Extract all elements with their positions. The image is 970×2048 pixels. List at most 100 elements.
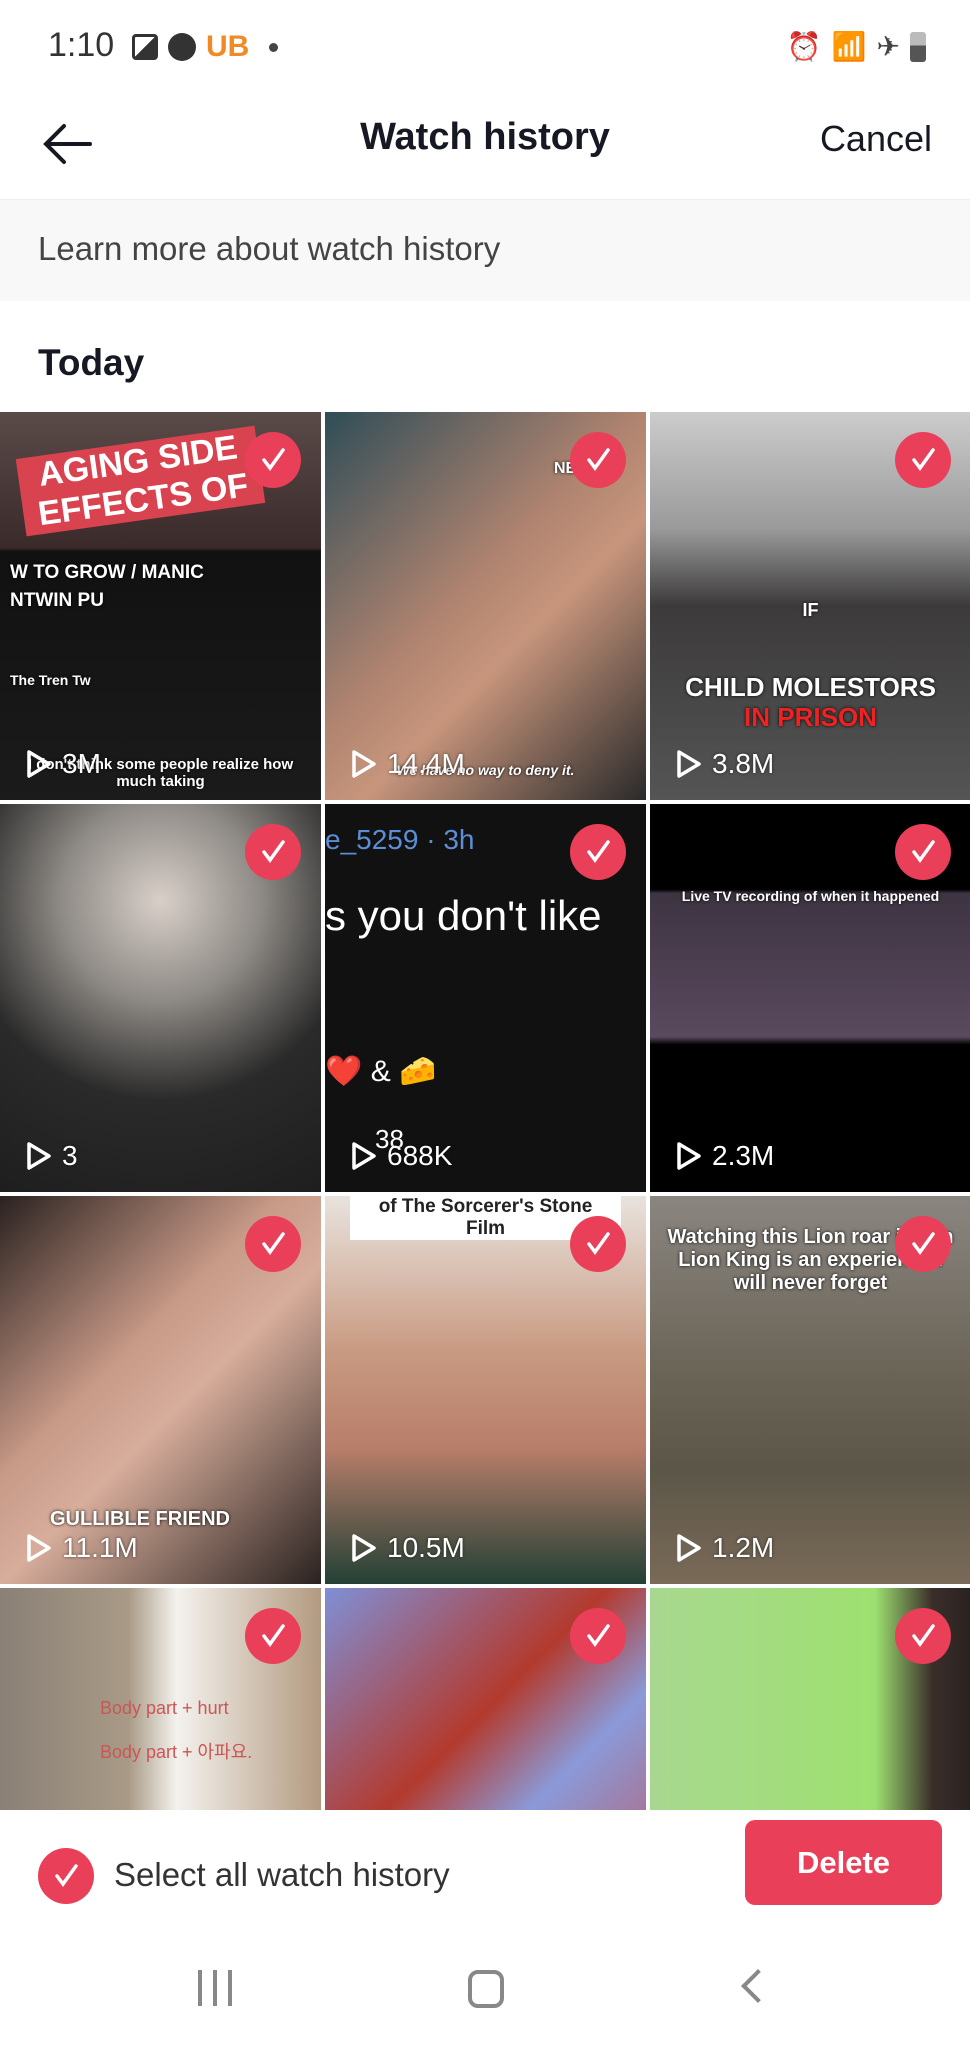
play-icon	[677, 1142, 701, 1170]
view-count: 10.5M	[351, 1532, 465, 1564]
view-count: 3.8M	[676, 748, 774, 780]
selected-checkbox[interactable]	[570, 824, 626, 880]
thumbnail-caption: The Tren Tw	[10, 672, 91, 688]
video-thumbnail[interactable]: NET We have no way to deny it. 14.4M	[325, 412, 646, 800]
checkmark-icon	[587, 840, 610, 863]
selected-checkbox[interactable]	[570, 1216, 626, 1272]
messenger-icon	[168, 33, 196, 61]
video-thumbnail[interactable]: e_5259 · 3h s you don't like ❤️ & 🧀 38 688K	[325, 804, 646, 1192]
delete-button[interactable]: Delete	[745, 1820, 942, 1905]
checkmark-icon	[912, 1624, 935, 1647]
system-nav-bar	[0, 1920, 970, 2048]
view-count-text: 10.5M	[387, 1532, 465, 1563]
thumbnail-caption: NTWIN PU	[10, 590, 104, 611]
checkmark-icon	[587, 1232, 610, 1255]
recent-apps-icon[interactable]	[198, 1970, 232, 2006]
thumbnail-caption: Live TV recording of when it happened	[681, 888, 940, 904]
view-count-text: 1.2M	[712, 1532, 775, 1563]
header: Watch history Cancel	[0, 90, 970, 198]
checkmark-icon	[587, 1624, 610, 1647]
ub-app-icon: UB	[206, 30, 250, 63]
play-icon	[677, 750, 701, 778]
selected-checkbox[interactable]	[245, 432, 301, 488]
checkmark-icon	[55, 1864, 78, 1887]
battery-icon	[910, 31, 926, 62]
gallery-icon	[132, 34, 158, 60]
select-all-label[interactable]: Select all watch history	[114, 1856, 450, 1894]
view-count-text: 3	[62, 1140, 78, 1171]
view-count-text: 2.3M	[712, 1140, 775, 1171]
thumbnail-caption: IF	[802, 600, 819, 620]
view-count-text: 11.1M	[62, 1532, 138, 1563]
selected-checkbox[interactable]	[570, 1608, 626, 1664]
selected-checkbox[interactable]	[895, 1216, 951, 1272]
view-count: 1.2M	[676, 1532, 774, 1564]
thumbnail-caption: Body part + hurt	[100, 1698, 229, 1718]
play-icon	[27, 1142, 51, 1170]
view-count-text: 688K	[387, 1140, 453, 1171]
thumbnail-caption: W TO GROW / MANIC	[10, 562, 204, 583]
selected-checkbox[interactable]	[895, 1608, 951, 1664]
thumbnail-caption: IN PRISON	[744, 702, 877, 732]
thumbnail-caption: CHILD MOLESTORS	[685, 672, 936, 702]
checkmark-icon	[262, 840, 285, 863]
video-thumbnail[interactable]: 3	[0, 804, 321, 1192]
wifi-icon: 📶	[831, 31, 867, 62]
checkmark-icon	[262, 1232, 285, 1255]
play-icon	[352, 750, 376, 778]
play-icon	[352, 1534, 376, 1562]
checkmark-icon	[587, 448, 610, 471]
view-count-text: 3M	[62, 748, 101, 779]
home-icon[interactable]	[468, 1970, 504, 2008]
section-title: Today	[38, 342, 145, 383]
video-thumbnail[interactable]: IF CHILD MOLESTORS IN PRISON 3.8M	[650, 412, 970, 800]
video-thumbnail[interactable]: Body part + hurt Body part + 아파요.	[0, 1588, 321, 1810]
learn-more-link[interactable]: Learn more about watch history	[38, 230, 500, 268]
video-thumbnail[interactable]	[325, 1588, 646, 1810]
view-count: 2.3M	[676, 1140, 774, 1172]
view-count-text: 14.4M	[387, 748, 465, 779]
selected-checkbox[interactable]	[245, 1608, 301, 1664]
status-bar: 1:10 UB ⏰ 📶 ✈	[0, 0, 970, 90]
play-icon	[677, 1534, 701, 1562]
back-icon[interactable]	[741, 1969, 775, 2003]
select-all-checkbox[interactable]	[38, 1848, 94, 1904]
checkmark-icon	[912, 840, 935, 863]
checkmark-icon	[262, 448, 285, 471]
video-thumbnail[interactable]: of The Sorcerer's Stone Film 10.5M	[325, 1196, 646, 1584]
thumbnail-caption: AGING SIDE EFFECTS OF	[15, 425, 266, 537]
cancel-button[interactable]: Cancel	[820, 118, 932, 160]
airplane-icon: ✈	[876, 31, 900, 62]
view-count-text: 3.8M	[712, 748, 775, 779]
alarm-icon: ⏰	[786, 31, 822, 62]
checkmark-icon	[262, 1624, 285, 1647]
selected-checkbox[interactable]	[570, 432, 626, 488]
thumbnail-caption: Body part + 아파요.	[100, 1742, 253, 1762]
dot-icon	[269, 42, 279, 52]
bottom-action-bar: Select all watch history Delete	[0, 1810, 970, 1920]
view-count: 14.4M	[351, 748, 465, 780]
selected-checkbox[interactable]	[895, 432, 951, 488]
learn-more-banner[interactable]: Learn more about watch history	[0, 199, 970, 301]
selected-checkbox[interactable]	[245, 1216, 301, 1272]
video-grid: AGING SIDE EFFECTS OF W TO GROW / MANIC NT…	[0, 412, 970, 1810]
thumbnail-caption: GULLIBLE FRIEND	[50, 1508, 230, 1530]
video-thumbnail[interactable]	[650, 1588, 970, 1810]
play-icon	[27, 750, 51, 778]
video-thumbnail[interactable]: AGING SIDE EFFECTS OF W TO GROW / MANIC NT…	[0, 412, 321, 800]
play-icon	[27, 1534, 51, 1562]
back-button[interactable]	[38, 114, 98, 174]
video-thumbnail[interactable]: GULLIBLE FRIEND 11.1M	[0, 1196, 321, 1584]
selected-checkbox[interactable]	[245, 824, 301, 880]
checkmark-icon	[912, 1232, 935, 1255]
selected-checkbox[interactable]	[895, 824, 951, 880]
video-thumbnail[interactable]: Live TV recording of when it happened 2.3…	[650, 804, 970, 1192]
view-count: 3M	[26, 748, 101, 780]
play-icon	[352, 1142, 376, 1170]
status-time: 1:10	[48, 26, 115, 64]
thumbnail-caption: ❤️ & 🧀	[325, 1055, 437, 1088]
view-count: 688K	[351, 1140, 452, 1172]
view-count: 3	[26, 1140, 78, 1172]
thumbnail-caption: s you don't like	[325, 892, 602, 939]
video-thumbnail[interactable]: Watching this Lion roar it is in Lion Ki…	[650, 1196, 970, 1584]
